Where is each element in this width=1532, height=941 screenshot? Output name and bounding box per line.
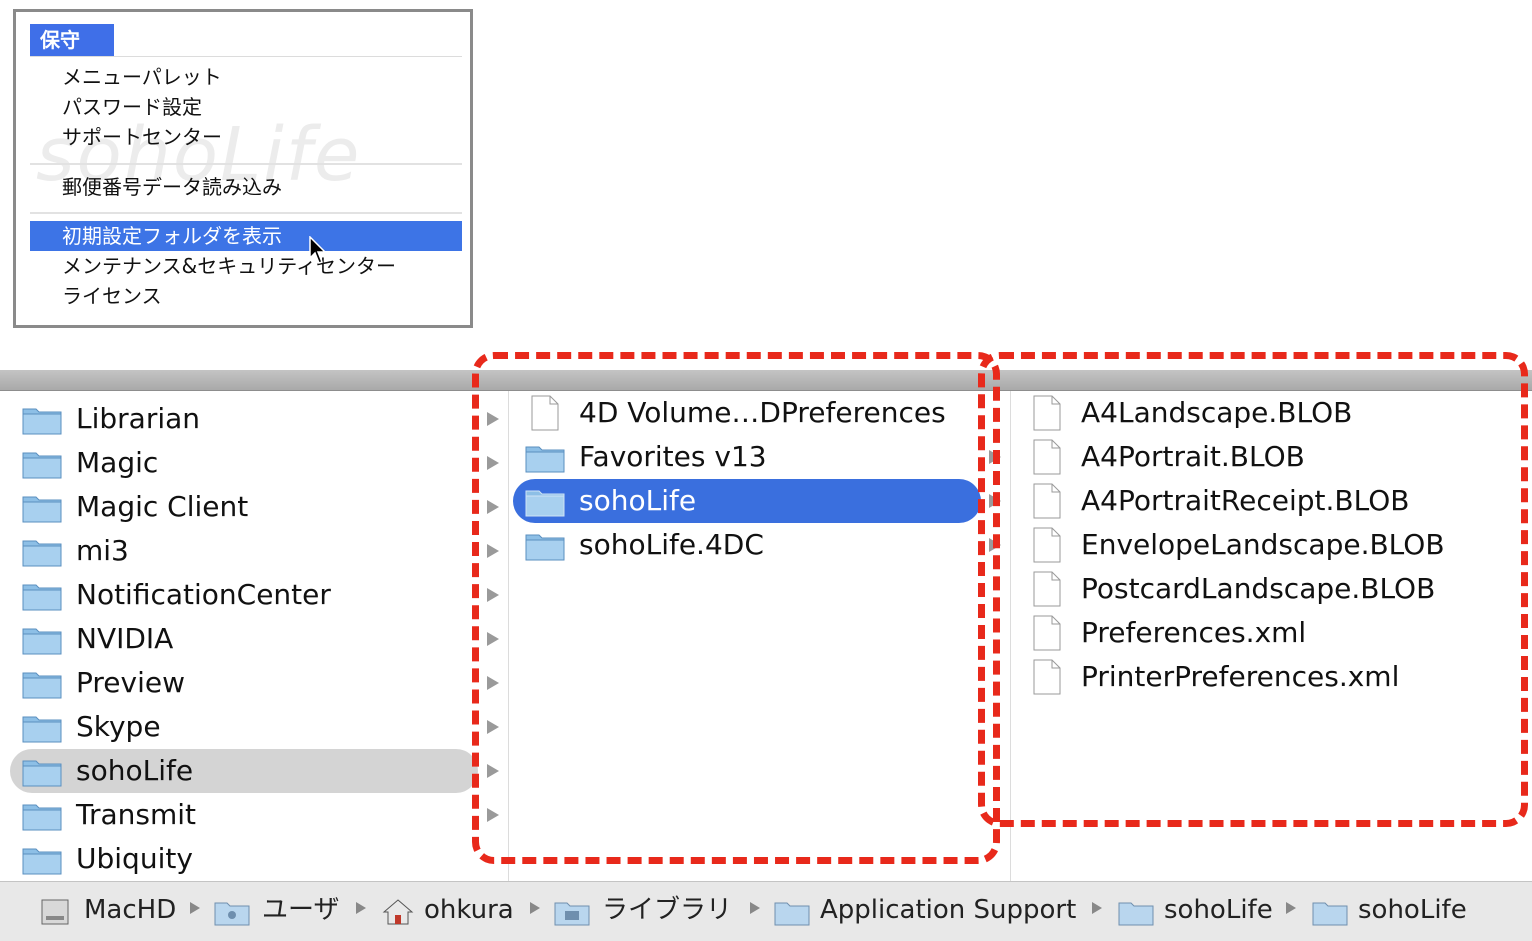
menu-separator: [30, 163, 462, 165]
menu-title[interactable]: 保守: [30, 24, 114, 56]
folder-icon: [22, 408, 62, 435]
highlight-box-folders: [472, 352, 1000, 864]
list-item[interactable]: Transmit: [0, 793, 480, 837]
menu-item-show-preferences-folder[interactable]: 初期設定フォルダを表示: [30, 221, 462, 251]
list-item[interactable]: Magic Client: [0, 485, 480, 529]
breadcrumb-library[interactable]: ライブラリ: [554, 892, 744, 928]
breadcrumb-home[interactable]: ohkura: [382, 892, 532, 928]
menu-item-password-settings[interactable]: パスワード設定: [30, 92, 462, 122]
path-bar: MacHD ユーザ ohkura ライブラリ Application Suppo…: [0, 881, 1532, 941]
breadcrumb-machd[interactable]: MacHD: [40, 892, 180, 928]
list-item[interactable]: mi3: [0, 529, 480, 573]
list-item[interactable]: NotificationCenter: [0, 573, 480, 617]
list-item[interactable]: Magic: [0, 441, 480, 485]
folder-icon: [1118, 902, 1154, 926]
list-item[interactable]: Skype: [0, 705, 480, 749]
menu-separator: [30, 212, 462, 214]
folder-icon: [22, 540, 62, 567]
folder-icon: [22, 452, 62, 479]
mouse-cursor-icon: [309, 236, 327, 264]
breadcrumb-application-support[interactable]: Application Support: [774, 892, 1084, 928]
breadcrumb-separator-icon: [750, 902, 760, 914]
folder-icon: [22, 496, 62, 523]
list-item[interactable]: Ubiquity: [0, 837, 480, 881]
library-folder-icon: [554, 902, 590, 926]
list-item[interactable]: Librarian: [0, 397, 480, 441]
finder-column-1[interactable]: Librarian Magic Magic Client mi3 Notific…: [0, 391, 509, 881]
breadcrumb-separator-icon: [1286, 902, 1296, 914]
folder-icon: [22, 628, 62, 655]
breadcrumb-separator-icon: [1092, 902, 1102, 914]
folder-icon: [22, 848, 62, 875]
maintenance-menu: sohoLife 保守 メニューパレット パスワード設定 サポートセンター 郵便…: [13, 9, 473, 328]
hard-drive-icon: [41, 899, 69, 925]
menu-divider: [30, 56, 462, 57]
home-icon: [382, 899, 414, 925]
menu-item-license[interactable]: ライセンス: [30, 281, 462, 311]
folder-icon: [774, 902, 810, 926]
list-item-selected[interactable]: sohoLife: [10, 749, 478, 793]
list-item[interactable]: NVIDIA: [0, 617, 480, 661]
folder-icon: [22, 716, 62, 743]
breadcrumb-sohoLife-current[interactable]: sohoLife: [1312, 892, 1482, 928]
breadcrumb-separator-icon: [530, 902, 540, 914]
menu-item-support-center[interactable]: サポートセンター: [30, 122, 462, 152]
breadcrumb-separator-icon: [190, 902, 200, 914]
folder-icon: [22, 584, 62, 611]
menu-item-menu-palette[interactable]: メニューパレット: [30, 62, 462, 92]
breadcrumb-users[interactable]: ユーザ: [214, 892, 354, 928]
breadcrumb-separator-icon: [356, 902, 366, 914]
highlight-box-files: [978, 352, 1528, 827]
folder-icon: [22, 760, 62, 787]
menu-item-postal-code-import[interactable]: 郵便番号データ読み込み: [30, 172, 462, 202]
folder-icon: [22, 672, 62, 699]
menu-item-maintenance-security-center[interactable]: メンテナンス&セキュリティセンター: [30, 251, 462, 281]
breadcrumb-sohoLife[interactable]: sohoLife: [1118, 892, 1278, 928]
list-item[interactable]: Preview: [0, 661, 480, 705]
folder-icon: [22, 804, 62, 831]
folder-icon: [1312, 902, 1348, 926]
users-folder-icon: [214, 902, 250, 926]
